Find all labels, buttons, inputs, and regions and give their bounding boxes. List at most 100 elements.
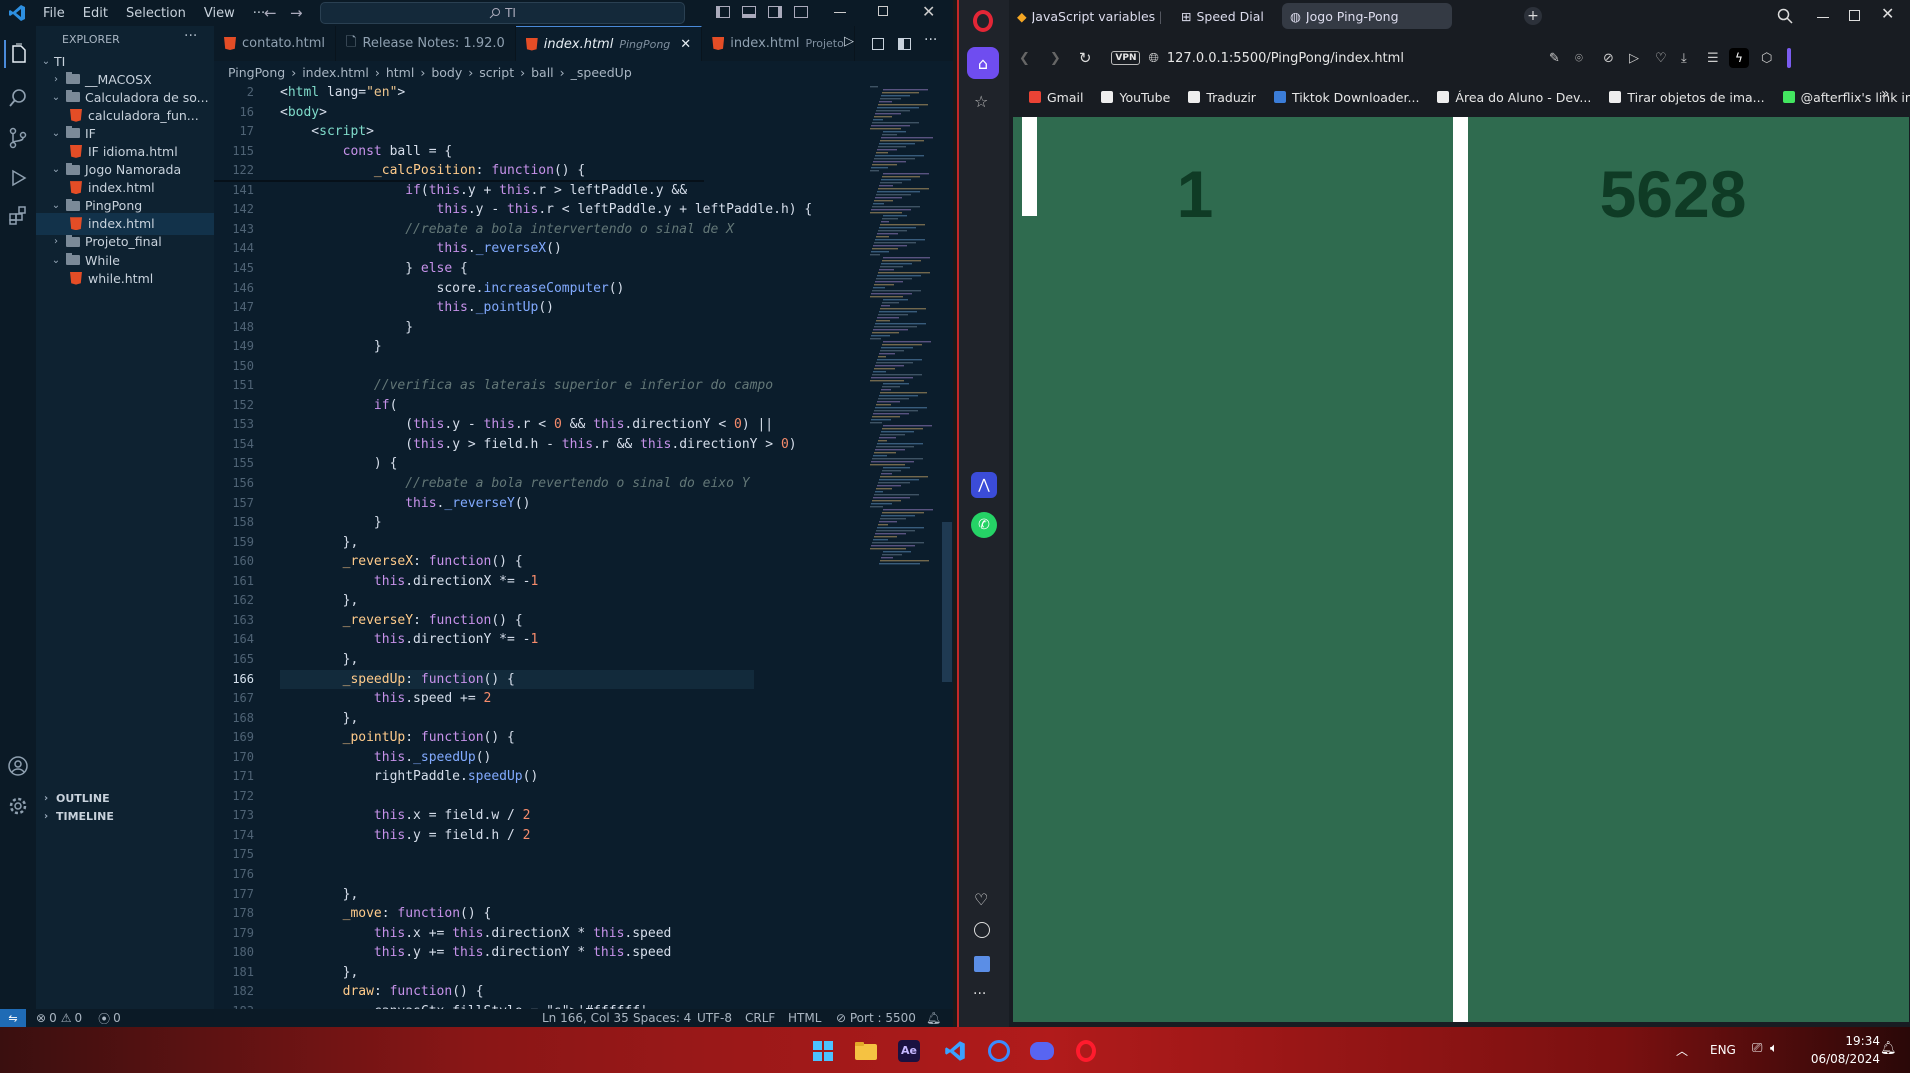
download-icon[interactable]: ⤓: [1681, 51, 1687, 66]
sticky-scroll-line[interactable]: const ball = {: [280, 142, 453, 161]
back-arrow-icon[interactable]: ←: [264, 4, 277, 22]
editor-scrollbar[interactable]: [942, 522, 952, 682]
site-info-globe-icon[interactable]: 🌐︎: [1148, 51, 1158, 66]
windows-start-icon[interactable]: [808, 1036, 838, 1066]
code-line[interactable]: },: [280, 709, 359, 728]
code-line[interactable]: },: [280, 885, 359, 904]
new-tab-icon[interactable]: +: [1524, 7, 1542, 25]
code-line[interactable]: this._reverseX(): [280, 239, 562, 258]
maximize-icon[interactable]: [1849, 10, 1860, 21]
code-line[interactable]: //rebate a bola revertendo o sinal do ei…: [280, 474, 749, 493]
code-line[interactable]: this._pointUp(): [280, 298, 554, 317]
bookmark-item[interactable]: Tirar objetos de ima...: [1609, 90, 1765, 105]
code-line[interactable]: _speedUp: function() {: [280, 669, 754, 689]
editor-tab[interactable]: index.html PingPong ✕: [515, 26, 703, 61]
timeline-section[interactable]: › TIMELINE: [36, 805, 214, 827]
code-line[interactable]: }: [280, 318, 413, 337]
language-indicator[interactable]: ENG: [1710, 1043, 1736, 1057]
extensions-icon[interactable]: [4, 202, 32, 230]
warnings-count[interactable]: 0: [74, 1011, 82, 1025]
code-line[interactable]: this.x = field.w / 2: [280, 806, 531, 825]
ports-count[interactable]: 0: [113, 1011, 121, 1025]
history-icon[interactable]: [974, 922, 990, 938]
breadcrumb-item[interactable]: body: [431, 65, 462, 80]
after-effects-icon[interactable]: Ae: [894, 1036, 924, 1066]
breadcrumb-item[interactable]: html: [386, 65, 414, 80]
breadcrumb-item[interactable]: _speedUp: [571, 65, 632, 80]
pingpong-canvas[interactable]: 1 5628: [1013, 117, 1909, 1022]
source-control-icon[interactable]: [4, 124, 32, 152]
cursor-position[interactable]: Ln 166, Col 35: [542, 1011, 629, 1025]
adblock-icon[interactable]: ⊘: [1603, 51, 1614, 66]
tree-file[interactable]: while.html: [36, 267, 214, 289]
minimap[interactable]: [868, 86, 938, 566]
code-line[interactable]: },: [280, 591, 359, 610]
menu-view[interactable]: View: [195, 6, 244, 21]
tab-search-icon[interactable]: [1777, 8, 1793, 24]
code-line[interactable]: //rebate a bola intervertendo o sinal de…: [280, 220, 734, 239]
line-ending[interactable]: CRLF: [745, 1011, 775, 1025]
code-line[interactable]: this.y = field.h / 2: [280, 826, 531, 845]
command-center-search[interactable]: TI: [320, 2, 685, 24]
customize-layout-icon[interactable]: [794, 6, 808, 18]
code-editor[interactable]: 2 <html lang="en"> 16 <body> 17 <script> 115 …: [214, 83, 953, 1019]
discord-icon[interactable]: [1027, 1036, 1057, 1066]
explorer-icon[interactable]: [4, 40, 32, 68]
home-icon[interactable]: ⌂: [967, 47, 999, 79]
indentation[interactable]: Spaces: 4: [633, 1011, 691, 1025]
easy-setup-icon[interactable]: ☰: [1707, 51, 1719, 66]
url-text[interactable]: 127.0.0.1:5500/PingPong/index.html: [1167, 51, 1404, 66]
volume-icon[interactable]: 🔈︎: [1770, 1041, 1778, 1056]
vpn-badge[interactable]: VPN: [1111, 51, 1141, 65]
camera-icon[interactable]: ⌾: [1575, 51, 1583, 66]
code-line[interactable]: },: [280, 650, 359, 669]
code-line[interactable]: this.directionX *= -1: [280, 572, 538, 591]
player-icon[interactable]: ▷: [1629, 51, 1639, 66]
code-line[interactable]: this._speedUp(): [280, 748, 491, 767]
notification-bell-icon[interactable]: 🔔︎: [1880, 1041, 1897, 1056]
bookmark-item[interactable]: YouTube: [1101, 90, 1170, 105]
run-icon[interactable]: ▷: [844, 34, 854, 49]
maximize-icon[interactable]: [878, 6, 888, 16]
bookmark-item[interactable]: Gmail: [1029, 90, 1083, 105]
code-line[interactable]: (this.y - this.r < 0 && this.directionY …: [280, 415, 773, 434]
editor-more-icon[interactable]: ···: [924, 32, 937, 48]
minimize-icon[interactable]: [1817, 17, 1829, 18]
code-line[interactable]: },: [280, 963, 359, 982]
browser-tab[interactable]: ⊞ Speed Dial: [1173, 3, 1278, 29]
search-icon[interactable]: [4, 84, 32, 112]
remote-icon[interactable]: ⇋: [0, 1009, 26, 1027]
whatsapp-icon[interactable]: ✆: [971, 512, 997, 538]
menu-edit[interactable]: Edit: [74, 6, 117, 21]
network-icon[interactable]: ⎚: [1752, 1041, 1762, 1056]
code-line[interactable]: this.y - this.r < leftPaddle.y + leftPad…: [280, 200, 813, 219]
snapshot-edit-icon[interactable]: ✎: [1549, 51, 1560, 66]
code-line[interactable]: if(this.y + this.r > leftPaddle.y &&: [280, 181, 687, 200]
browser-tab[interactable]: ◆JavaScript variables | JSch: [1009, 3, 1169, 29]
clock-date[interactable]: 06/08/2024: [1790, 1052, 1880, 1066]
code-line[interactable]: _pointUp: function() {: [280, 728, 515, 747]
code-line[interactable]: this._reverseY(): [280, 494, 530, 513]
toggle-secondary-sidebar-icon[interactable]: [768, 6, 782, 18]
editor-tab[interactable]: index.html Projeto: [702, 26, 855, 61]
breadcrumb-item[interactable]: script: [479, 65, 514, 80]
sidebar-more-icon[interactable]: ···: [973, 986, 986, 1002]
heart-icon[interactable]: ♡: [974, 890, 988, 909]
bookmark-item[interactable]: Tiktok Downloader...: [1273, 90, 1419, 105]
star-icon[interactable]: ☆: [974, 92, 988, 111]
aria-icon[interactable]: ⋀: [971, 472, 997, 498]
toggle-sidebar-icon[interactable]: [716, 6, 730, 18]
reload-icon[interactable]: ↻: [1079, 49, 1092, 67]
opera-taskbar-icon[interactable]: [1071, 1036, 1101, 1066]
code-line[interactable]: }: [280, 513, 382, 532]
breadcrumb-item[interactable]: index.html: [302, 65, 369, 80]
code-line[interactable]: _move: function() {: [280, 904, 492, 923]
forward-icon[interactable]: ❯: [1050, 51, 1061, 66]
errors-count[interactable]: 0: [49, 1011, 57, 1025]
close-icon[interactable]: ✕: [922, 2, 935, 21]
opera-logo-icon[interactable]: [973, 10, 993, 32]
translate-icon[interactable]: [974, 956, 990, 972]
code-line[interactable]: if(: [280, 396, 397, 415]
favorite-heart-icon[interactable]: ♡: [1655, 51, 1667, 66]
editor-tab[interactable]: 🗋︎ Release Notes: 1.92.0: [336, 26, 516, 61]
